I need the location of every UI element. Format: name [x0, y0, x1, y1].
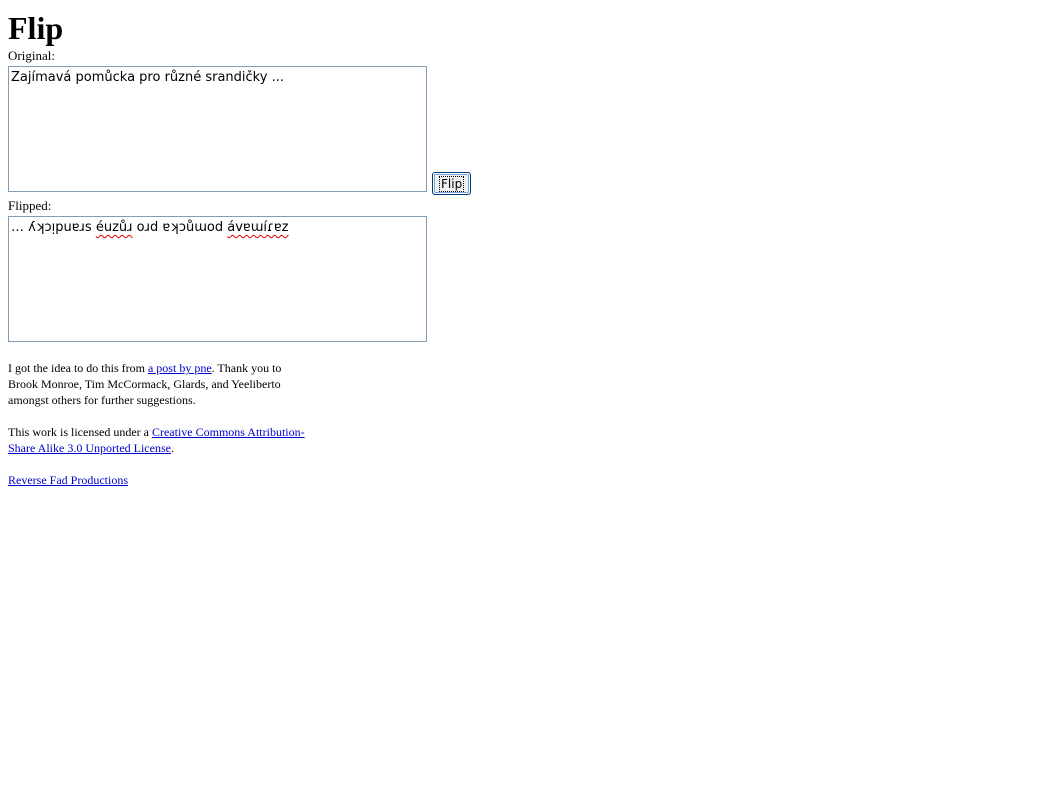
original-label: Original: — [8, 48, 55, 63]
license-prefix-text: This work is licensed under a — [8, 425, 152, 439]
reverse-fad-productions-link[interactable]: Reverse Fad Productions — [8, 473, 128, 487]
idea-prefix-text: I got the idea to do this from — [8, 361, 148, 375]
original-row: Flip — [8, 66, 472, 195]
original-textarea[interactable] — [8, 66, 427, 192]
flipped-text-segment: … ʎʞɔᴉpuɐɹs — [11, 220, 96, 235]
idea-paragraph: I got the idea to do this from a post by… — [8, 360, 308, 408]
flipped-textarea[interactable]: … ʎʞɔᴉpuɐɹs éuzůɹ oɹd ɐʞɔůɯod ávɐɯíɾɐz — [8, 216, 427, 342]
flipped-text: … ʎʞɔᴉpuɐɹs éuzůɹ oɹd ɐʞɔůɯod ávɐɯíɾɐz — [11, 220, 424, 236]
footer-paragraph: Reverse Fad Productions — [8, 472, 308, 488]
misspelled-word: ávɐɯíɾɐz — [227, 220, 289, 235]
flipped-text-segment: oɹd ɐʞɔůɯod — [132, 220, 228, 235]
post-by-pne-link[interactable]: a post by pne — [148, 361, 212, 375]
flip-button-label: Flip — [438, 175, 465, 192]
license-paragraph: This work is licensed under a Creative C… — [8, 424, 308, 456]
page-title: Flip — [8, 10, 64, 46]
license-suffix-text: . — [170, 441, 174, 455]
flip-button[interactable]: Flip — [432, 172, 472, 195]
misspelled-word: éuzůɹ — [95, 220, 133, 235]
page-container: Flip Original: Flip Flipped: … ʎʞɔᴉpuɐɹs… — [8, 0, 472, 504]
credits-section: I got the idea to do this from a post by… — [8, 360, 308, 488]
flipped-label: Flipped: — [8, 198, 52, 213]
